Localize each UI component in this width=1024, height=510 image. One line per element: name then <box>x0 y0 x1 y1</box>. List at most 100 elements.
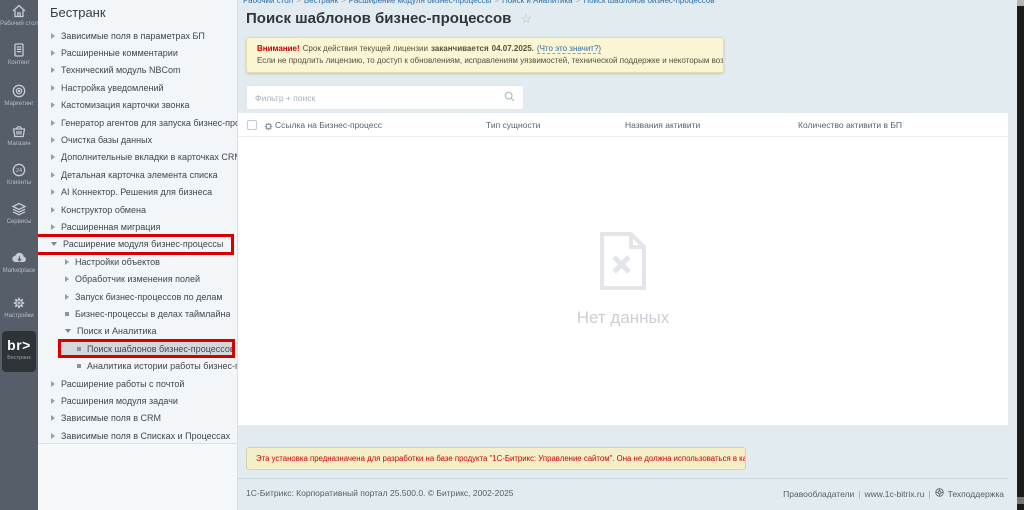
collapsed-arrow-icon[interactable] <box>51 137 55 143</box>
table-settings-gear-icon[interactable] <box>263 119 274 137</box>
rail-item-label: Настройки <box>0 313 38 320</box>
module-sidebar: Бестранк Зависимые поля в параметрах БП … <box>38 0 238 444</box>
rail-item-desktop[interactable]: Рабочий стол <box>0 3 38 28</box>
collapsed-arrow-icon[interactable] <box>51 102 55 108</box>
select-all-checkbox[interactable] <box>247 120 257 130</box>
empty-state-text: Нет данных <box>238 308 1008 328</box>
rail-item-marketplace[interactable]: Marketplace <box>0 250 38 275</box>
tree-item[interactable]: Зависимые поля в параметрах БП <box>38 27 237 44</box>
collapsed-arrow-icon[interactable] <box>51 398 55 404</box>
tree-item[interactable]: Запуск бизнес-процессов по делам <box>38 288 237 305</box>
main-content: Рабочий стол>Бестранк>Расширение модуля … <box>238 0 1017 510</box>
rail-item-marketing[interactable]: Маркетинг <box>0 83 38 108</box>
rail-item-shop[interactable]: Магазин <box>0 123 38 148</box>
bullet-icon <box>77 364 81 368</box>
rail-item-label: Маркетинг <box>0 101 38 108</box>
footer-link-support[interactable]: Техподдержка <box>948 489 1004 499</box>
tree-item[interactable]: Кастомизация карточки звонка <box>38 97 237 114</box>
scrollbar-thumb-top[interactable] <box>1017 0 1024 6</box>
tree-item[interactable]: Конструктор обмена <box>38 201 237 218</box>
tree-item[interactable]: Зависимые поля в CRM <box>38 410 237 427</box>
footer-link-site[interactable]: www.1c-bitrix.ru <box>864 489 924 499</box>
empty-state: Нет данных <box>238 231 1008 328</box>
collapsed-arrow-icon[interactable] <box>65 294 69 300</box>
license-warning-banner: Внимание!Срок действия текущей лицензииз… <box>246 37 724 73</box>
tree-item-bp-module-extension[interactable]: Расширение модуля бизнес-процессы <box>38 236 237 253</box>
column-header-activity-count[interactable]: Количество активити в БП <box>798 120 902 130</box>
app-logo-label: Бестранк <box>2 355 36 361</box>
tree-item[interactable]: AI Коннектор. Решения для бизнеса <box>38 184 237 201</box>
expanded-arrow-icon[interactable] <box>51 242 57 246</box>
footer-copyright: 1С-Битрикс: Корпоративный портал 25.500.… <box>246 488 514 498</box>
table-header-row: Ссылка на Бизнес-процесс Тип сущности На… <box>238 113 1008 137</box>
collapsed-arrow-icon[interactable] <box>51 33 55 39</box>
collapsed-arrow-icon[interactable] <box>51 172 55 178</box>
collapsed-arrow-icon[interactable] <box>51 67 55 73</box>
tree-item[interactable]: Расширенные комментарии <box>38 44 237 61</box>
collapsed-arrow-icon[interactable] <box>51 207 55 213</box>
tree-item-bp-template-search-selected[interactable]: Поиск шаблонов бизнес-процессов <box>38 340 237 357</box>
collapsed-arrow-icon[interactable] <box>51 224 55 230</box>
rail-item-settings[interactable]: Настройки <box>0 295 38 320</box>
tree-item[interactable]: Технический модуль NBCom <box>38 62 237 79</box>
tree-item[interactable]: Настройка уведомлений <box>38 79 237 96</box>
collapsed-arrow-icon[interactable] <box>65 259 69 265</box>
cloud-download-icon <box>0 250 38 266</box>
collapsed-arrow-icon[interactable] <box>51 415 55 421</box>
rail-item-services[interactable]: Сервисы <box>0 201 38 226</box>
column-header-entity-type[interactable]: Тип сущности <box>486 120 540 130</box>
collapsed-arrow-icon[interactable] <box>51 189 55 195</box>
column-header-activity-names[interactable]: Названия активити <box>625 120 700 130</box>
sidebar-empty-area <box>38 444 238 510</box>
app-logo-text: br> <box>2 331 36 353</box>
what-does-it-mean-link[interactable]: (Что это значит?) <box>537 44 601 54</box>
tree-item[interactable]: Аналитика истории работы бизнес-процессо… <box>38 357 237 374</box>
expanded-arrow-icon[interactable] <box>65 329 71 333</box>
tree-item[interactable]: Расширенная миграция <box>38 218 237 235</box>
footer-link-copyright-holders[interactable]: Правообладатели <box>783 489 854 499</box>
sidebar-tree: Зависимые поля в параметрах БП Расширенн… <box>38 27 237 444</box>
tree-item[interactable]: Детальная карточка элемента списка <box>38 166 237 183</box>
filter-search-input[interactable]: Фильтр + поиск <box>246 85 524 110</box>
license-warning-line1: Внимание!Срок действия текущей лицензииз… <box>257 43 713 55</box>
tree-item[interactable]: Расширения модуля задачи <box>38 392 237 409</box>
left-icon-rail: Рабочий стол Контент Маркетинг Магазин 2… <box>0 0 38 510</box>
collapsed-arrow-icon[interactable] <box>51 50 55 56</box>
collapsed-arrow-icon[interactable] <box>51 120 55 126</box>
collapsed-arrow-icon[interactable] <box>51 154 55 160</box>
tree-item[interactable]: Зависимые поля в Списках и Процессах <box>38 427 237 444</box>
tree-item[interactable]: Очистка базы данных <box>38 131 237 148</box>
app-logo[interactable]: br> Бестранк <box>2 331 36 372</box>
scrollbar-thumb-bottom[interactable] <box>1017 497 1024 504</box>
breadcrumb-link[interactable]: Бестранк <box>304 0 338 5</box>
layers-icon <box>0 201 38 217</box>
dev-installation-notice: Эта установка предназначена для разработ… <box>246 447 746 470</box>
badge-24-icon: 24 <box>0 162 38 178</box>
search-icon[interactable] <box>504 89 515 107</box>
collapsed-arrow-icon[interactable] <box>51 433 55 439</box>
breadcrumb-link[interactable]: Поиск и Аналитика <box>502 0 573 5</box>
rail-item-label: Клиенты <box>0 180 38 187</box>
tree-item[interactable]: Обработчик изменения полей <box>38 270 237 287</box>
collapsed-arrow-icon[interactable] <box>51 381 55 387</box>
bullet-icon <box>77 347 81 351</box>
breadcrumb-link[interactable]: Поиск шаблонов бизнес-процессов <box>583 0 714 5</box>
favorite-star-icon[interactable]: ☆ <box>520 11 532 26</box>
column-header-bp-link[interactable]: Ссылка на Бизнес-процесс <box>275 120 382 130</box>
collapsed-arrow-icon[interactable] <box>65 276 69 282</box>
breadcrumb: Рабочий стол>Бестранк>Расширение модуля … <box>243 0 715 5</box>
window-scrollbar[interactable] <box>1017 0 1024 510</box>
tree-item[interactable]: Расширение работы с почтой <box>38 375 237 392</box>
results-table-panel: Ссылка на Бизнес-процесс Тип сущности На… <box>238 113 1008 425</box>
rail-item-label: Marketplace <box>0 268 38 275</box>
breadcrumb-link[interactable]: Расширение модуля бизнес-процессы <box>349 0 492 5</box>
tree-item[interactable]: Бизнес-процессы в делах таймлайна <box>38 305 237 322</box>
collapsed-arrow-icon[interactable] <box>51 85 55 91</box>
rail-item-content[interactable]: Контент <box>0 42 38 67</box>
tree-item[interactable]: Настройки объектов <box>38 253 237 270</box>
breadcrumb-link[interactable]: Рабочий стол <box>243 0 293 5</box>
tree-item-search-analytics[interactable]: Поиск и Аналитика <box>38 323 237 340</box>
rail-item-clients[interactable]: 24 Клиенты <box>0 162 38 187</box>
tree-item[interactable]: Дополнительные вкладки в карточках CRM <box>38 149 237 166</box>
tree-item[interactable]: Генератор агентов для запуска бизнес-про… <box>38 114 237 131</box>
